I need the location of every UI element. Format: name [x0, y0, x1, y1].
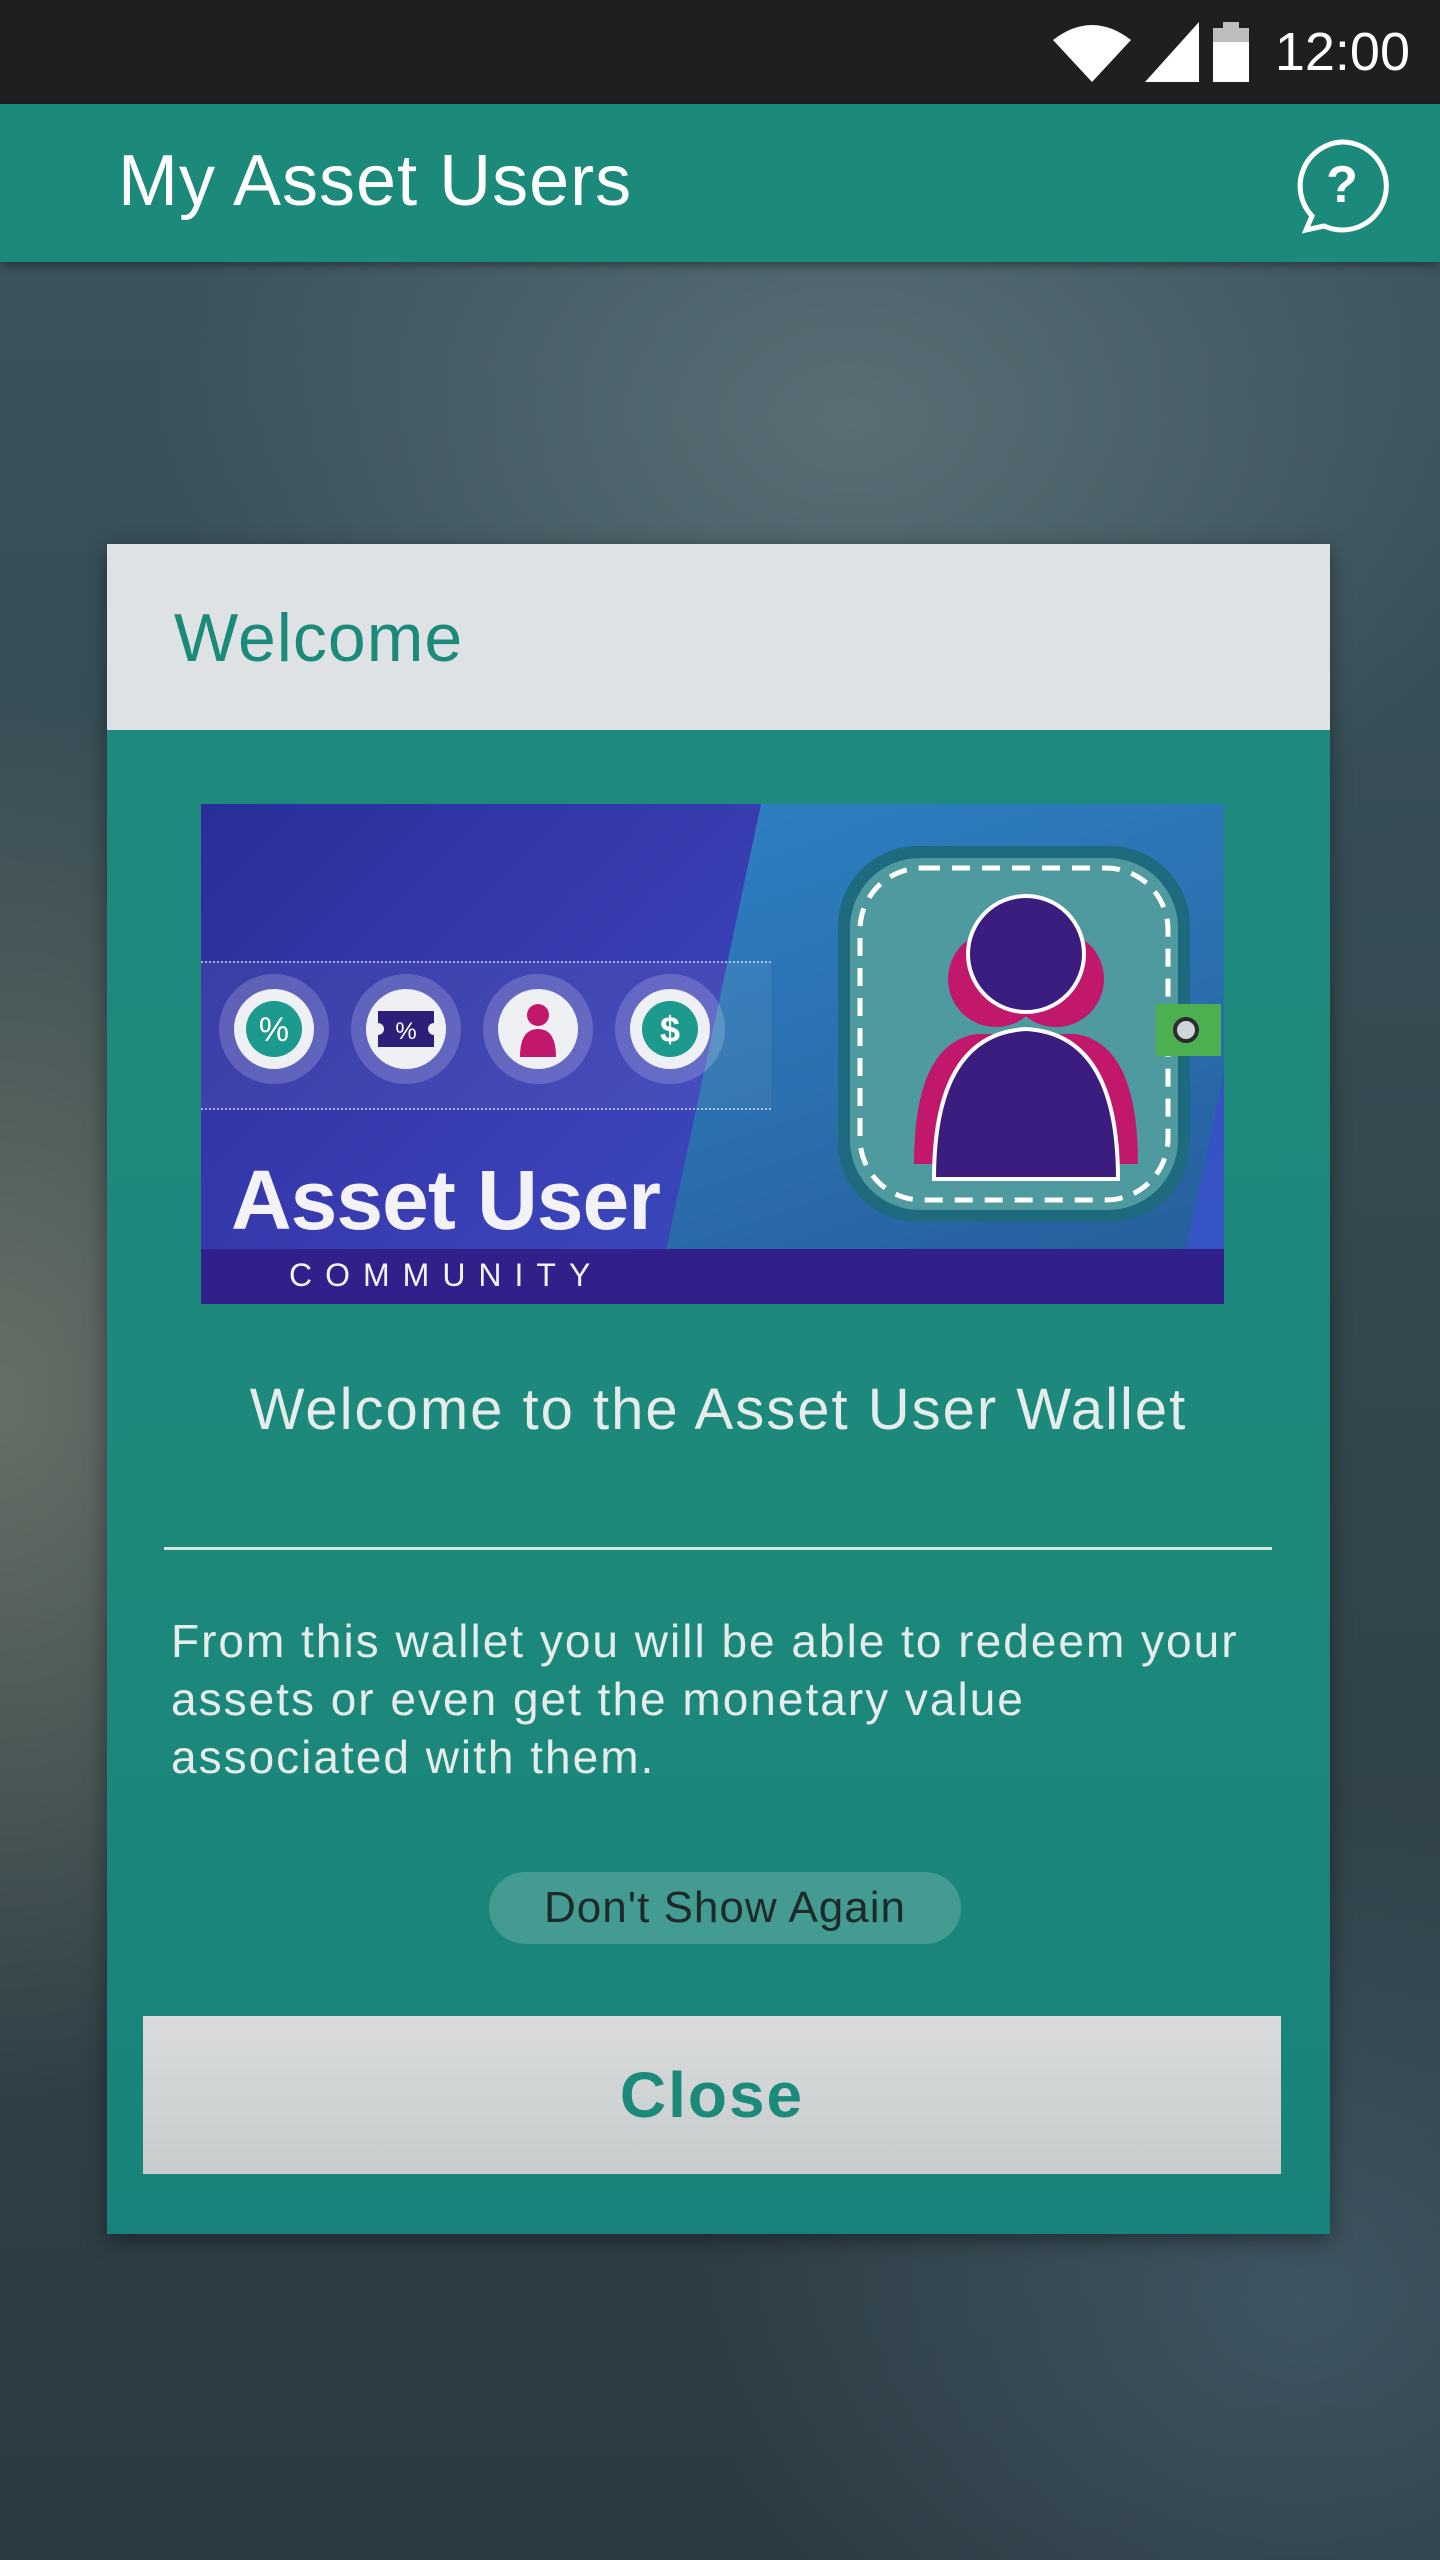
- person-icon: [520, 1004, 556, 1057]
- status-bar: 12:00: [0, 0, 1440, 104]
- ticket-icon: %: [378, 1011, 434, 1047]
- wallet-icon: [838, 846, 1221, 1222]
- dialog-heading: Welcome to the Asset User Wallet: [249, 1377, 1188, 1442]
- dollar-coin: $: [615, 974, 725, 1084]
- svg-text:%: %: [395, 1018, 416, 1045]
- close-button[interactable]: Close: [143, 2016, 1281, 2174]
- svg-text:%: %: [259, 1011, 289, 1049]
- dialog-body: From this wallet you will be able to red…: [171, 1615, 1239, 1783]
- percent-coin: %: [219, 974, 329, 1084]
- asset-user-banner: % % $ Asset User COMMUNITY: [201, 804, 1224, 1304]
- battery-icon: [1212, 22, 1249, 82]
- divider: [164, 1547, 1272, 1550]
- person-coin: [483, 974, 593, 1084]
- app-title: My Asset Users: [118, 141, 633, 221]
- help-icon[interactable]: ?: [1294, 138, 1390, 234]
- svg-text:?: ?: [1326, 156, 1358, 214]
- welcome-dialog: Welcome % % $ Asset User COMMUNITY Welco…: [107, 544, 1330, 2234]
- ticket-coin: %: [351, 974, 461, 1084]
- wifi-icon: [1052, 25, 1131, 82]
- dialog-title: Welcome: [174, 600, 464, 676]
- percent-icon: %: [246, 1001, 302, 1057]
- dollar-icon: $: [642, 1001, 698, 1057]
- status-time: 12:00: [1274, 22, 1410, 82]
- banner-title: Asset User: [231, 1153, 661, 1247]
- signal-icon: [1144, 22, 1199, 82]
- status-icons: 12:00: [1051, 20, 1410, 84]
- dont-show-again-button[interactable]: Don't Show Again: [489, 1872, 961, 1944]
- app-bar: My Asset Users ?: [0, 104, 1440, 262]
- dialog-header: Welcome: [107, 544, 1330, 730]
- banner-subtitle: COMMUNITY: [289, 1257, 604, 1293]
- svg-text:$: $: [660, 1009, 680, 1050]
